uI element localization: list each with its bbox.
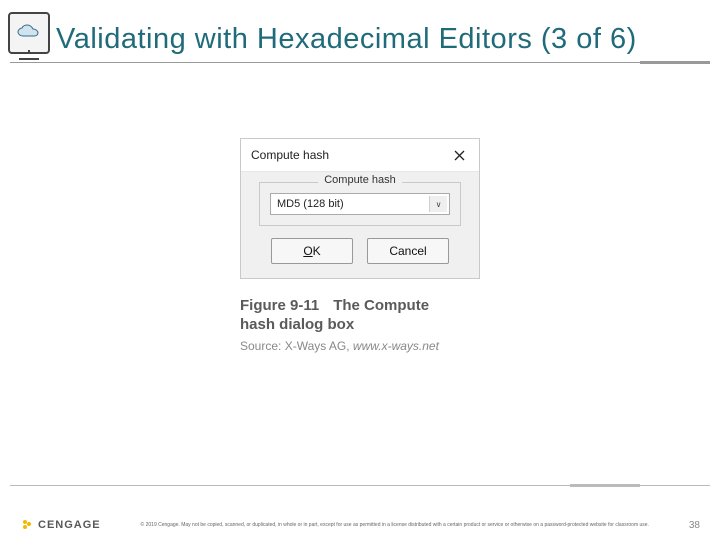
ok-button[interactable]: OK bbox=[271, 238, 353, 264]
dialog-titlebar: Compute hash bbox=[241, 139, 479, 172]
close-icon bbox=[454, 150, 465, 161]
copyright-text: © 2019 Cengage. May not be copied, scann… bbox=[101, 522, 689, 529]
close-button[interactable] bbox=[447, 145, 471, 165]
select-value: MD5 (128 bit) bbox=[277, 198, 344, 210]
compute-hash-fieldset: Compute hash MD5 (128 bit) ∨ bbox=[259, 182, 461, 226]
figure-desc-1: The Compute bbox=[333, 297, 429, 314]
figure-source: Source: X-Ways AG, www.x-ways.net bbox=[240, 339, 480, 353]
brand-icon bbox=[20, 518, 34, 532]
page-title: Validating with Hexadecimal Editors (3 o… bbox=[56, 23, 637, 56]
brand-text: CENGAGE bbox=[38, 519, 101, 531]
footer-divider bbox=[10, 485, 710, 486]
brand-logo: CENGAGE bbox=[20, 518, 101, 532]
figure-caption: Figure 9-11 The Compute hash dialog box S… bbox=[240, 297, 480, 353]
cloud-monitor-icon bbox=[8, 12, 50, 54]
dialog-title: Compute hash bbox=[251, 148, 329, 162]
cancel-button[interactable]: Cancel bbox=[367, 238, 449, 264]
compute-hash-dialog: Compute hash Compute hash MD5 (128 bit) … bbox=[240, 138, 480, 279]
chevron-down-icon: ∨ bbox=[429, 196, 447, 212]
hash-algorithm-select[interactable]: MD5 (128 bit) ∨ bbox=[270, 193, 450, 215]
page-number: 38 bbox=[689, 520, 700, 531]
figure-number: Figure 9-11 bbox=[240, 297, 319, 314]
fieldset-label: Compute hash bbox=[318, 174, 402, 186]
header-divider bbox=[10, 62, 710, 63]
figure-desc-2: hash dialog box bbox=[240, 316, 480, 333]
